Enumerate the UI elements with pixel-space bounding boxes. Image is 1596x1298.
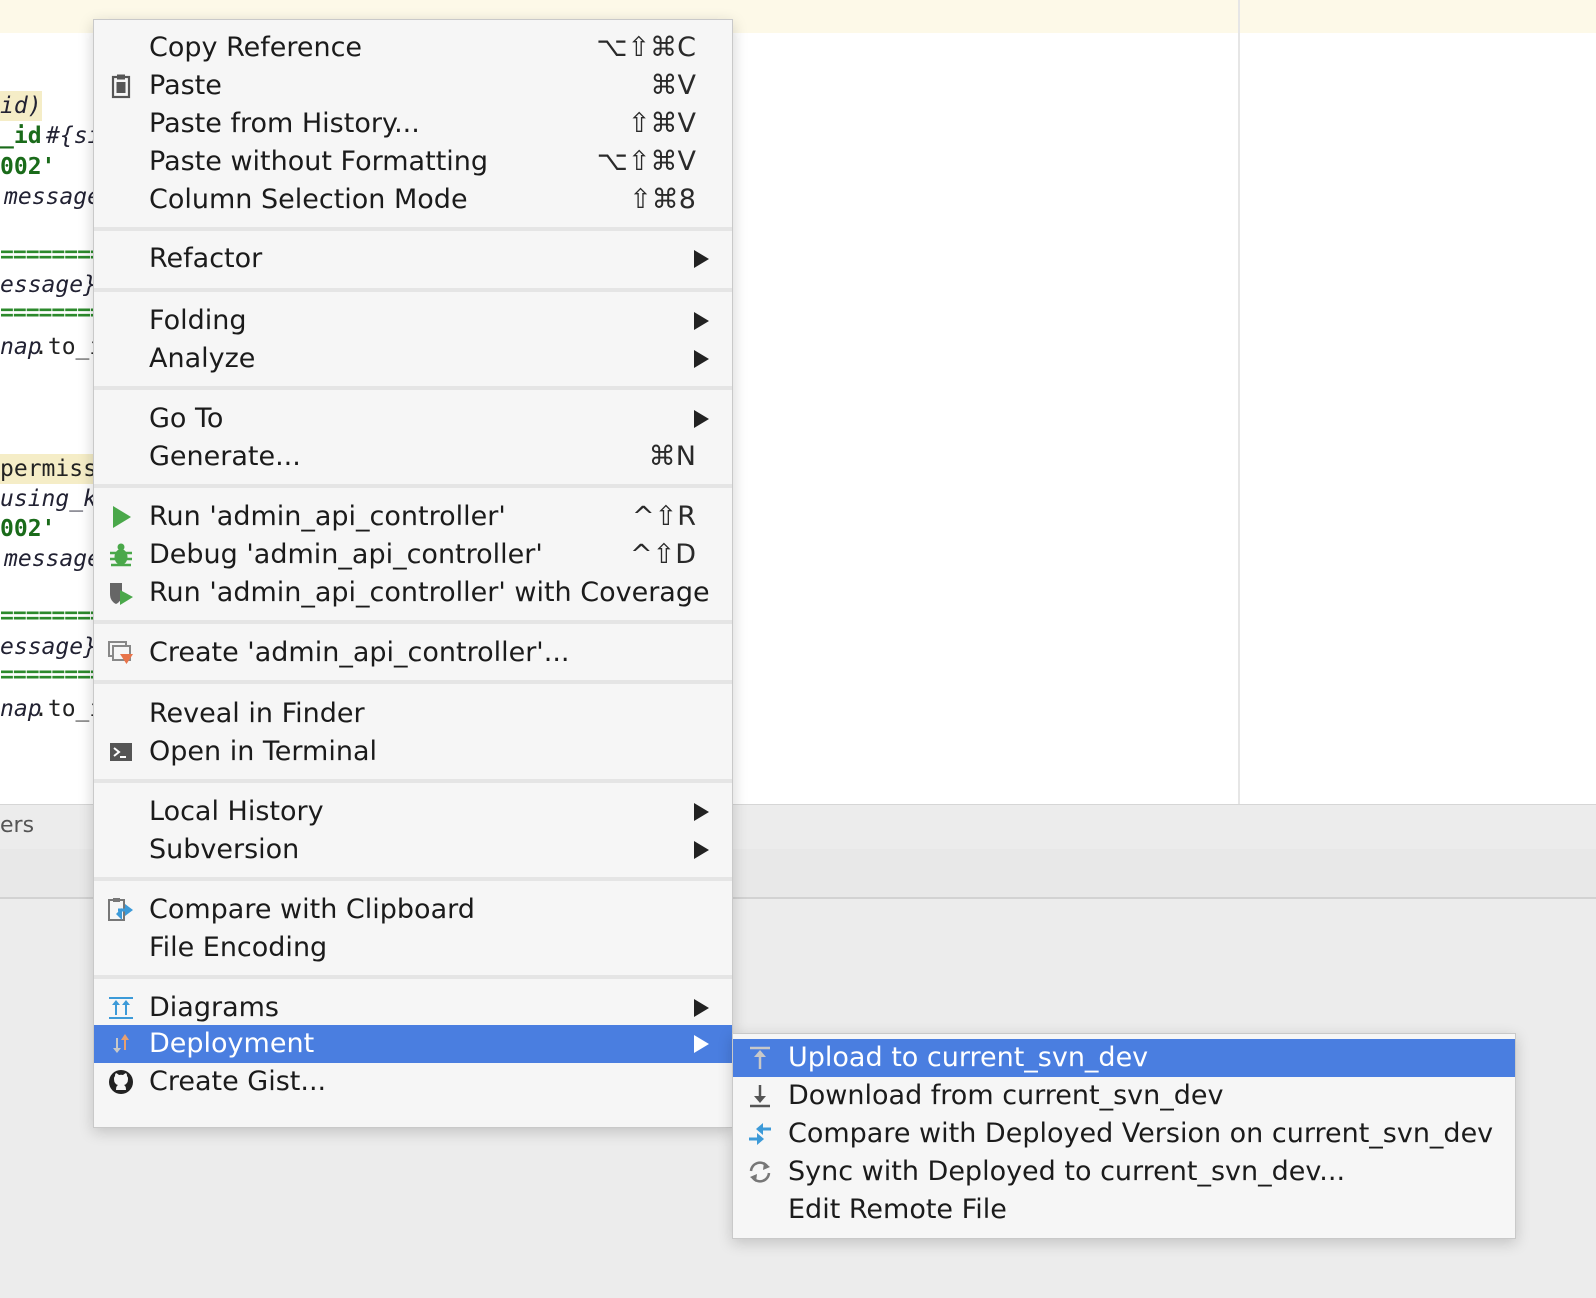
submenu-item-upload[interactable]: Upload to current_svn_dev — [733, 1039, 1515, 1077]
clipboard-icon — [108, 73, 134, 99]
menu-item-deployment[interactable]: Deployment — [94, 1025, 732, 1063]
right-margin-guide — [1238, 0, 1240, 804]
compare-clipboard-icon — [108, 897, 134, 923]
menu-separator — [94, 288, 732, 292]
submenu-arrow-icon — [694, 250, 709, 268]
menu-separator — [94, 227, 732, 231]
code-fragment: 002' — [0, 516, 56, 542]
shortcut: ⌥⇧⌘C — [596, 32, 696, 63]
submenu-item-compare-deployed[interactable]: Compare with Deployed Version on current… — [733, 1115, 1515, 1153]
shortcut: ⇧⌘V — [627, 108, 696, 139]
shortcut: ⌘N — [648, 441, 696, 472]
shortcut: ^⇧D — [629, 539, 696, 570]
menu-separator — [94, 484, 732, 488]
menu-item-column-selection-mode[interactable]: Column Selection Mode ⇧⌘8 — [94, 181, 732, 219]
menu-item-diagrams[interactable]: Diagrams — [94, 989, 732, 1027]
create-config-icon — [108, 640, 134, 666]
menu-item-file-encoding[interactable]: File Encoding — [94, 929, 732, 967]
menu-item-run[interactable]: Run 'admin_api_controller' ^⇧R — [94, 498, 732, 536]
code-fragment: _id — [0, 123, 42, 149]
menu-item-open-in-terminal[interactable]: Open in Terminal — [94, 733, 732, 771]
menu-item-create-configuration[interactable]: Create 'admin_api_controller'... — [94, 634, 732, 672]
menu-separator — [94, 680, 732, 684]
deployment-icon — [108, 1031, 134, 1057]
menu-separator — [94, 877, 732, 881]
submenu-arrow-icon — [694, 312, 709, 330]
coverage-icon — [108, 580, 134, 606]
menu-separator — [94, 386, 732, 390]
menu-item-paste[interactable]: Paste ⌘V — [94, 67, 732, 105]
submenu-arrow-icon — [694, 841, 709, 859]
deployment-submenu: Upload to current_svn_dev Download from … — [732, 1033, 1516, 1239]
submenu-arrow-icon — [694, 410, 709, 428]
terminal-icon — [108, 739, 134, 765]
submenu-item-download[interactable]: Download from current_svn_dev — [733, 1077, 1515, 1115]
submenu-arrow-icon — [694, 999, 709, 1017]
shortcut: ⌘V — [650, 70, 696, 101]
tool-window-tab-label[interactable]: ers — [0, 813, 34, 838]
code-fragment: 002' — [0, 154, 56, 180]
menu-item-create-gist[interactable]: Create Gist... — [94, 1063, 732, 1101]
menu-item-generate[interactable]: Generate... ⌘N — [94, 438, 732, 476]
code-fragment: message — [4, 184, 101, 210]
submenu-arrow-icon — [694, 803, 709, 821]
run-icon — [108, 504, 134, 530]
shortcut: ⌥⇧⌘V — [596, 146, 696, 177]
menu-item-folding[interactable]: Folding — [94, 302, 732, 340]
menu-item-copy-reference[interactable]: Copy Reference ⌥⇧⌘C — [94, 29, 732, 67]
compare-icon — [747, 1121, 773, 1147]
menu-item-run-with-coverage[interactable]: Run 'admin_api_controller' with Coverage — [94, 574, 732, 612]
sync-icon — [747, 1159, 773, 1185]
upload-icon — [747, 1045, 773, 1071]
shortcut: ^⇧R — [631, 501, 696, 532]
code-fragment: message — [4, 546, 101, 572]
submenu-arrow-icon — [694, 1035, 709, 1053]
menu-item-refactor[interactable]: Refactor — [94, 240, 732, 278]
menu-item-subversion[interactable]: Subversion — [94, 831, 732, 869]
menu-item-local-history[interactable]: Local History — [94, 793, 732, 831]
submenu-item-sync[interactable]: Sync with Deployed to current_svn_dev... — [733, 1153, 1515, 1191]
menu-item-compare-with-clipboard[interactable]: Compare with Clipboard — [94, 891, 732, 929]
menu-item-analyze[interactable]: Analyze — [94, 340, 732, 378]
menu-separator — [94, 975, 732, 979]
menu-separator — [94, 779, 732, 783]
download-icon — [747, 1083, 773, 1109]
shortcut: ⇧⌘8 — [629, 184, 696, 215]
debug-icon — [108, 542, 134, 568]
diagrams-icon — [108, 995, 134, 1021]
code-fragment: id) — [0, 91, 42, 121]
menu-item-paste-from-history[interactable]: Paste from History... ⇧⌘V — [94, 105, 732, 143]
code-fragment: permiss — [0, 454, 97, 484]
github-icon — [108, 1069, 134, 1095]
menu-item-reveal-in-finder[interactable]: Reveal in Finder — [94, 695, 732, 733]
submenu-arrow-icon — [694, 350, 709, 368]
submenu-item-edit-remote-file[interactable]: Edit Remote File — [733, 1191, 1515, 1229]
menu-separator — [94, 620, 732, 624]
editor-context-menu: Copy Reference ⌥⇧⌘C Paste ⌘V Paste from … — [93, 19, 733, 1128]
menu-item-debug[interactable]: Debug 'admin_api_controller' ^⇧D — [94, 536, 732, 574]
menu-item-paste-without-formatting[interactable]: Paste without Formatting ⌥⇧⌘V — [94, 143, 732, 181]
menu-item-go-to[interactable]: Go To — [94, 400, 732, 438]
